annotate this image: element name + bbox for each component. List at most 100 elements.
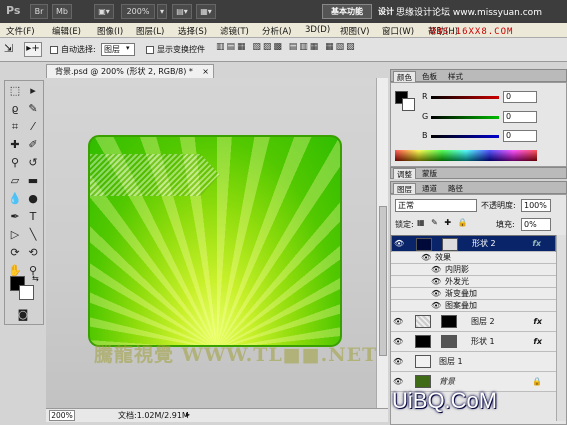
tab-styles[interactable]: 样式 xyxy=(445,71,466,82)
background-color-swatch[interactable] xyxy=(19,285,34,300)
chevron-down-icon: ▾ xyxy=(126,44,130,52)
menu-filter[interactable]: 滤镜(T) xyxy=(220,25,249,37)
quick-mask-icon[interactable]: ◙ xyxy=(15,307,31,323)
move-tool-preset-icon[interactable]: ▸+ xyxy=(24,42,42,57)
visibility-eye-icon[interactable]: 👁 xyxy=(393,337,403,347)
menu-select[interactable]: 选择(S) xyxy=(178,25,207,37)
fx-icon[interactable]: fx xyxy=(533,332,542,351)
lock-icons[interactable]: ▦ ✎ ✚ 🔒 xyxy=(417,218,470,227)
layer-row-shape2[interactable]: 👁 形状 2 fx xyxy=(391,235,556,252)
panel-background-swatch[interactable] xyxy=(402,98,415,111)
fx-icon[interactable]: fx xyxy=(533,312,542,331)
layers-scrollbar[interactable] xyxy=(556,235,566,421)
channel-b-slider[interactable] xyxy=(431,135,499,138)
3d-rotate-icon[interactable]: ⟳ xyxy=(7,245,23,261)
visibility-eye-icon[interactable]: 👁 xyxy=(431,289,441,299)
visibility-eye-icon[interactable]: 👁 xyxy=(393,317,403,327)
effect-gradient-overlay[interactable]: 👁 渐变叠加 xyxy=(391,288,556,300)
eyedropper-icon[interactable]: ⁄ xyxy=(25,119,41,135)
visibility-eye-icon[interactable]: 👁 xyxy=(394,239,404,249)
visibility-eye-icon[interactable]: 👁 xyxy=(421,253,431,263)
opacity-field[interactable]: 100% xyxy=(521,199,551,212)
visibility-eye-icon[interactable]: 👁 xyxy=(393,357,403,367)
tab-channels[interactable]: 通道 xyxy=(419,183,440,194)
layer-row-layer1[interactable]: 👁 图层 1 xyxy=(391,352,556,372)
shape-tool-icon[interactable]: ╲ xyxy=(25,227,41,243)
channel-g-slider[interactable] xyxy=(431,116,499,119)
tab-paths[interactable]: 路径 xyxy=(445,183,466,194)
3d-orbit-icon[interactable]: ⟲ xyxy=(25,245,41,261)
menu-analysis[interactable]: 分析(A) xyxy=(262,25,291,37)
zoom-dropdown[interactable]: ▾ xyxy=(157,4,167,19)
quick-select-icon[interactable]: ✎ xyxy=(25,101,41,117)
visibility-eye-icon[interactable]: 👁 xyxy=(393,377,403,387)
color-spectrum-bar[interactable] xyxy=(395,150,537,161)
eraser-tool-icon[interactable]: ▱ xyxy=(7,173,23,189)
tool-preset-icon[interactable]: ⇲ xyxy=(4,42,18,57)
dodge-tool-icon[interactable]: ● xyxy=(25,191,41,207)
visibility-eye-icon[interactable]: 👁 xyxy=(431,265,441,275)
zoom-level-button[interactable]: 200% xyxy=(121,4,155,19)
canvas-area[interactable]: 騰龍視覺 WWW.TL■■.NET xyxy=(46,78,376,408)
tab-color[interactable]: 颜色 xyxy=(393,71,416,82)
clone-stamp-icon[interactable]: ⚲ xyxy=(7,155,23,171)
healing-brush-icon[interactable]: ✚ xyxy=(7,137,23,153)
effect-inner-shadow[interactable]: 👁 内阴影 xyxy=(391,264,556,276)
align-buttons-icon[interactable]: ▥▤▦ ▧▨▩ ▤▥▦ ▦▧▨ xyxy=(216,42,357,52)
tab-masks[interactable]: 蒙版 xyxy=(419,168,440,179)
marquee-tool-icon[interactable]: ⬚ xyxy=(7,83,23,99)
crop-tool-icon[interactable]: ⌗ xyxy=(7,119,23,135)
lasso-tool-icon[interactable]: ϱ xyxy=(7,101,23,117)
menu-image[interactable]: 图像(I) xyxy=(97,25,123,37)
tab-swatches[interactable]: 色板 xyxy=(419,71,440,82)
menu-view[interactable]: 视图(V) xyxy=(340,25,369,37)
swap-colors-icon[interactable]: ⇆ xyxy=(32,274,39,283)
channel-b-value[interactable]: 0 xyxy=(503,130,537,142)
layer-effects-row[interactable]: 👁 效果 xyxy=(391,252,556,264)
blur-tool-icon[interactable]: 💧 xyxy=(7,191,23,207)
menu-layer[interactable]: 图层(L) xyxy=(136,25,164,37)
menu-file[interactable]: 文件(F) xyxy=(6,25,35,37)
channel-g-value[interactable]: 0 xyxy=(503,111,537,123)
tab-layers[interactable]: 图层 xyxy=(393,183,416,194)
view-extras-button[interactable]: ▣▾ xyxy=(94,4,114,19)
status-menu-arrow-icon[interactable]: ▸ xyxy=(186,409,190,421)
move-tool-icon[interactable]: ▸ xyxy=(25,83,41,99)
green-panel-artwork xyxy=(88,135,342,347)
show-transform-checkbox[interactable] xyxy=(146,45,154,55)
mini-bridge-button[interactable]: Mb xyxy=(52,4,72,19)
visibility-eye-icon[interactable]: 👁 xyxy=(431,277,441,287)
menu-edit[interactable]: 编辑(E) xyxy=(52,25,81,37)
tab-adjustments[interactable]: 调整 xyxy=(393,168,416,179)
menu-window[interactable]: 窗口(W) xyxy=(382,25,414,37)
layer-row-shape1[interactable]: 👁 形状 1 fx xyxy=(391,332,556,352)
history-brush-icon[interactable]: ↺ xyxy=(25,155,41,171)
screen-mode-button[interactable]: ▦▾ xyxy=(196,4,216,19)
blend-mode-dropdown[interactable]: 正常 xyxy=(395,199,477,212)
zoom-field[interactable]: 200% xyxy=(49,410,75,421)
pen-tool-icon[interactable]: ✒ xyxy=(7,209,23,225)
fx-icon[interactable]: fx xyxy=(532,236,541,252)
type-tool-icon[interactable]: T xyxy=(25,209,41,225)
workspace-design-button[interactable]: 设计 xyxy=(378,6,394,17)
auto-select-checkbox[interactable] xyxy=(50,45,58,55)
effect-pattern-overlay[interactable]: 👁 图案叠加 xyxy=(391,300,556,312)
channel-r-slider[interactable] xyxy=(431,96,499,99)
arrange-documents-button[interactable]: ▤▾ xyxy=(172,4,192,19)
layer-thumbnail xyxy=(415,315,431,328)
effect-outer-glow[interactable]: 👁 外发光 xyxy=(391,276,556,288)
path-select-icon[interactable]: ▷ xyxy=(7,227,23,243)
gradient-tool-icon[interactable]: ▬ xyxy=(25,173,41,189)
fill-field[interactable]: 0% xyxy=(521,218,551,231)
document-tab[interactable]: 背景.psd @ 200% (形状 2, RGB/8) * × xyxy=(46,64,214,78)
brush-tool-icon[interactable]: ✐ xyxy=(25,137,41,153)
canvas-vertical-scrollbar[interactable] xyxy=(376,78,388,408)
scrollbar-thumb[interactable] xyxy=(379,206,387,356)
layer-row-layer2[interactable]: 👁 图层 2 fx xyxy=(391,312,556,332)
workspace-essentials-button[interactable]: 基本功能 xyxy=(322,4,372,19)
bridge-button[interactable]: Br xyxy=(30,4,48,19)
menu-3d[interactable]: 3D(D) xyxy=(305,25,330,35)
visibility-eye-icon[interactable]: 👁 xyxy=(431,301,441,311)
channel-r-value[interactable]: 0 xyxy=(503,91,537,103)
close-icon[interactable]: × xyxy=(202,65,209,78)
